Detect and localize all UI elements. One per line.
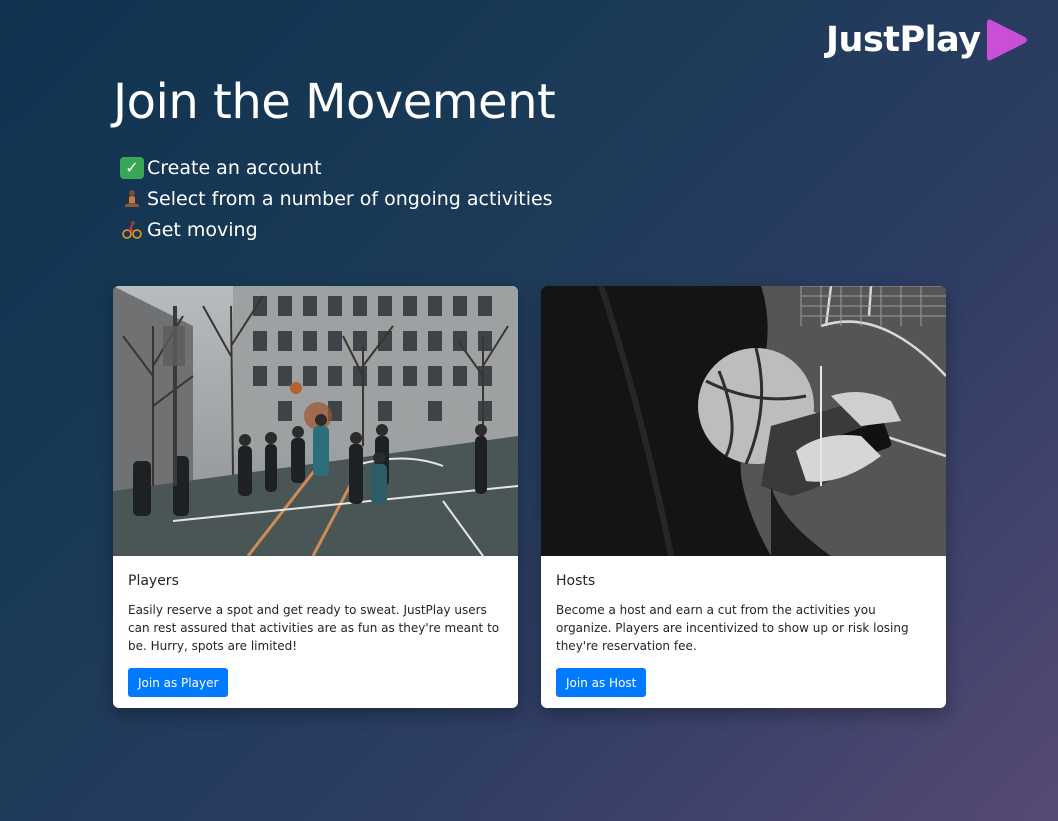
step-item: Select from a number of ongoing activiti… bbox=[120, 183, 553, 214]
join-as-player-button[interactable]: Join as Player bbox=[128, 668, 229, 697]
players-card: Players Easily reserve a spot and get re… bbox=[113, 286, 518, 708]
card-title: Hosts bbox=[556, 573, 596, 589]
card-description: Easily reserve a spot and get ready to s… bbox=[128, 603, 500, 653]
outdoor-basketball-court-photo bbox=[113, 286, 518, 556]
steps-list: ✓ Create an account Select from a number… bbox=[120, 152, 553, 245]
join-as-host-button[interactable]: Join as Host bbox=[556, 668, 647, 697]
step-text: Select from a number of ongoing activiti… bbox=[147, 187, 553, 210]
step-item: ✓ Create an account bbox=[120, 152, 553, 183]
card-title: Players bbox=[128, 573, 179, 589]
step-item: Get moving bbox=[120, 214, 553, 245]
hosts-card: Hosts Become a host and earn a cut from … bbox=[541, 286, 946, 708]
brand-name: JustPlay bbox=[826, 20, 981, 60]
brand-logo[interactable]: JustPlay bbox=[826, 16, 1029, 64]
page-title: Join the Movement bbox=[113, 74, 556, 130]
card-body: Hosts Become a host and earn a cut from … bbox=[541, 556, 946, 697]
step-text: Get moving bbox=[147, 218, 258, 241]
person-biking-emoji-icon bbox=[120, 218, 144, 242]
play-triangle-icon bbox=[986, 19, 1027, 61]
card-body: Players Easily reserve a spot and get re… bbox=[113, 556, 518, 697]
card-description: Become a host and earn a cut from the ac… bbox=[556, 603, 909, 653]
step-text: Create an account bbox=[147, 156, 322, 179]
person-holding-basketball-and-phone-photo bbox=[541, 286, 946, 556]
check-mark-emoji-icon: ✓ bbox=[120, 156, 144, 179]
person-in-lotus-position-emoji-icon bbox=[120, 187, 144, 211]
